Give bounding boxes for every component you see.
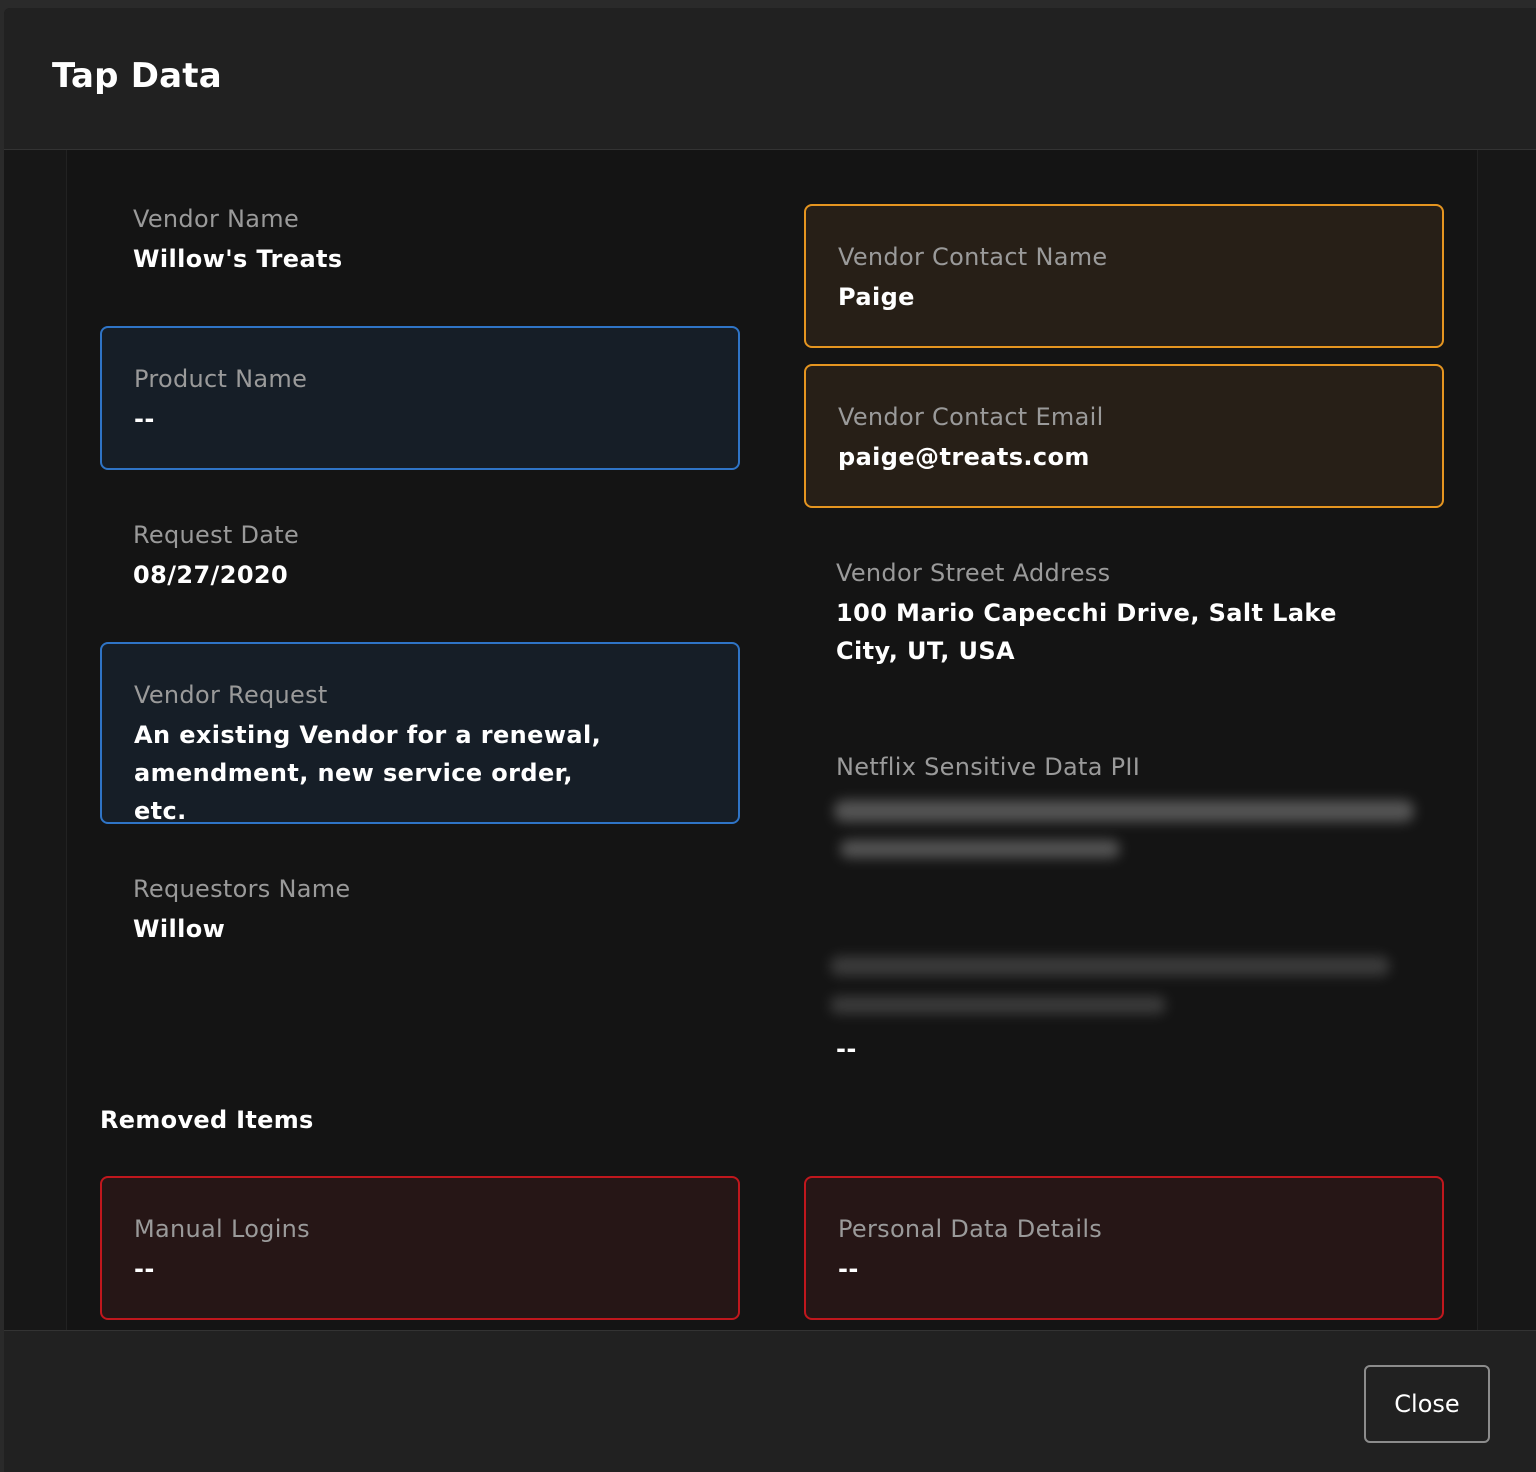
vendor-name-value: Willow's Treats: [133, 245, 343, 273]
vendor-contact-email-value: paige@treats.com: [838, 443, 1090, 471]
requestors-name-field: Requestors Name Willow: [133, 872, 733, 948]
vendor-contact-name-value: Paige: [838, 283, 915, 311]
requestors-name-value: Willow: [133, 915, 226, 943]
request-date-label: Request Date: [133, 521, 300, 549]
vendor-contact-name-field: Vendor Contact Name Paige: [804, 204, 1444, 348]
tap-data-modal: Tap Data Vendor Name Willow's Treats Pro…: [4, 8, 1536, 1472]
vendor-street-address-label: Vendor Street Address: [836, 559, 1111, 587]
modal-footer: Close: [4, 1330, 1536, 1472]
vendor-contact-email-field: Vendor Contact Email paige@treats.com: [804, 364, 1444, 508]
redacted-text: [834, 800, 1414, 822]
vendor-name-label: Vendor Name: [133, 205, 300, 233]
product-name-value: --: [134, 405, 155, 433]
manual-logins-label: Manual Logins: [134, 1215, 310, 1243]
modal-title: Tap Data: [52, 56, 222, 96]
request-date-value: 08/27/2020: [133, 561, 289, 589]
personal-data-details-value: --: [838, 1255, 859, 1283]
netflix-sensitive-data-value-field: --: [836, 1026, 1036, 1068]
request-date-field: Request Date 08/27/2020: [133, 518, 733, 594]
netflix-sensitive-data-label: Netflix Sensitive Data PII: [836, 753, 1141, 781]
manual-logins-value: --: [134, 1255, 155, 1283]
vendor-request-value: An existing Vendor for a renewal, amendm…: [134, 721, 602, 825]
vendor-street-address-value: 100 Mario Capecchi Drive, Salt Lake City…: [836, 599, 1337, 665]
vendor-contact-name-label: Vendor Contact Name: [838, 243, 1108, 271]
manual-logins-field: Manual Logins --: [100, 1176, 740, 1320]
personal-data-details-field: Personal Data Details --: [804, 1176, 1444, 1320]
product-name-label: Product Name: [134, 365, 308, 393]
requestors-name-label: Requestors Name: [133, 875, 351, 903]
redacted-text: [830, 956, 1390, 976]
removed-items-title: Removed Items: [100, 1106, 314, 1134]
netflix-sensitive-data-value: --: [836, 1035, 857, 1063]
product-name-field: Product Name --: [100, 326, 740, 470]
modal-header: Tap Data: [4, 8, 1536, 150]
personal-data-details-label: Personal Data Details: [838, 1215, 1103, 1243]
close-button[interactable]: Close: [1364, 1365, 1490, 1443]
vendor-request-label: Vendor Request: [134, 681, 328, 709]
redacted-text: [840, 840, 1120, 858]
vendor-request-field: Vendor Request An existing Vendor for a …: [100, 642, 740, 825]
vendor-contact-email-label: Vendor Contact Email: [838, 403, 1104, 431]
vendor-name-field: Vendor Name Willow's Treats: [133, 202, 733, 278]
vendor-street-address-field: Vendor Street Address 100 Mario Capecchi…: [836, 556, 1396, 670]
redacted-text: [830, 996, 1166, 1014]
netflix-sensitive-data-field: Netflix Sensitive Data PII: [836, 750, 1436, 784]
